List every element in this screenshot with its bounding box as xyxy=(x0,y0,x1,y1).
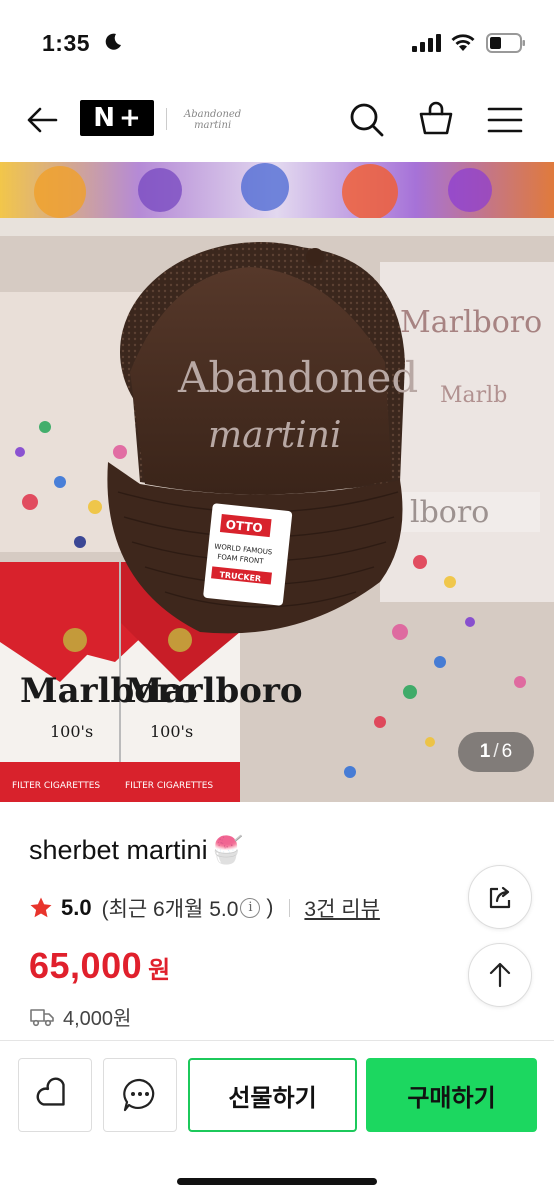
product-title: sherbet martini 🍧 xyxy=(29,834,243,866)
rating-score: 5.0 xyxy=(61,895,92,920)
chat-button[interactable] xyxy=(103,1058,177,1132)
price-unit: 원 xyxy=(148,957,171,984)
moon-icon xyxy=(105,33,121,50)
shopping-bag-icon[interactable] xyxy=(416,98,456,138)
recent-rating: (최근 6개월 5.0 xyxy=(101,898,239,921)
arrow-up-icon xyxy=(489,962,511,988)
share-button[interactable] xyxy=(468,865,532,929)
product-title-text: sherbet martini xyxy=(29,834,208,865)
box-brand-right: Marlboro xyxy=(125,671,303,711)
box-count-left: 100's xyxy=(50,722,93,741)
delivery-truck-icon xyxy=(30,1008,54,1026)
shaved-ice-emoji: 🍧 xyxy=(209,835,244,865)
shop-brand-logo[interactable]: Abandoned martini xyxy=(184,109,241,131)
box-count-right: 100's xyxy=(150,722,193,741)
recent-rating-close: ) xyxy=(266,896,274,919)
svg-text:lboro: lboro xyxy=(410,495,489,530)
product-image-gallery[interactable]: Marlboro lboro Marlb Marlboro Marlboro 1… xyxy=(0,162,554,802)
shipping-fee: 4,000원 xyxy=(63,1008,132,1030)
bunjang-logo[interactable]: N + xyxy=(80,100,154,136)
logo-plus: + xyxy=(118,103,141,133)
buy-button[interactable]: 구매하기 xyxy=(366,1058,537,1132)
box-strip-left: FILTER CIGARETTES xyxy=(12,781,100,791)
review-count-link[interactable]: 3건 리뷰 xyxy=(304,893,379,923)
cellular-signal-icon xyxy=(412,34,441,52)
trucker-cap: Abandoned martini OTTO WORLD FAMOUS FOAM… xyxy=(107,242,418,634)
home-indicator[interactable] xyxy=(177,1178,377,1185)
product-photo: Marlboro lboro Marlb Marlboro Marlboro 1… xyxy=(0,162,554,802)
status-bar: 1:35 xyxy=(0,0,554,88)
scroll-top-button[interactable] xyxy=(468,943,532,1007)
hamburger-menu-icon[interactable] xyxy=(485,100,525,140)
star-icon xyxy=(30,897,52,918)
shipping-fee-row: 4,000원 xyxy=(29,1002,131,1031)
gift-button[interactable]: 선물하기 xyxy=(188,1058,357,1132)
pager-total: 6 xyxy=(501,741,513,762)
pager-current: 1 xyxy=(479,741,491,762)
logo-n: N xyxy=(93,103,115,133)
product-price: 65,000 원 xyxy=(29,945,170,987)
heart-tag-icon xyxy=(36,1077,65,1106)
info-icon[interactable]: i xyxy=(240,898,261,918)
svg-text:Marlb: Marlb xyxy=(440,383,507,408)
wifi-icon xyxy=(451,34,475,51)
rating-divider xyxy=(289,899,291,917)
rating-row: 5.0 (최근 6개월 5.0 i ) 3건 리뷰 xyxy=(29,893,380,923)
back-arrow-icon[interactable] xyxy=(22,100,62,140)
share-icon xyxy=(489,886,511,909)
price-amount: 65,000 xyxy=(29,945,143,986)
app-header: N + Abandoned martini xyxy=(0,88,554,160)
status-time: 1:35 xyxy=(42,30,91,56)
brand-line-1: Abandoned xyxy=(184,109,242,120)
cap-text-line-2: martini xyxy=(208,415,342,456)
box-strip-right: FILTER CIGARETTES xyxy=(125,781,213,791)
cap-text-line-1: Abandoned xyxy=(177,353,418,402)
battery-icon xyxy=(486,33,525,53)
image-pager-indicator: 1 / 6 xyxy=(458,732,534,772)
brand-line-2: martini xyxy=(194,120,232,131)
chat-bubble-icon xyxy=(123,1078,155,1112)
bottom-action-bar: 선물하기 구매하기 xyxy=(0,1040,554,1200)
logo-divider xyxy=(166,108,167,130)
search-icon[interactable] xyxy=(347,100,387,140)
pager-separator: / xyxy=(493,741,499,762)
svg-text:Marlboro: Marlboro xyxy=(400,305,542,340)
wishlist-button[interactable] xyxy=(18,1058,92,1132)
